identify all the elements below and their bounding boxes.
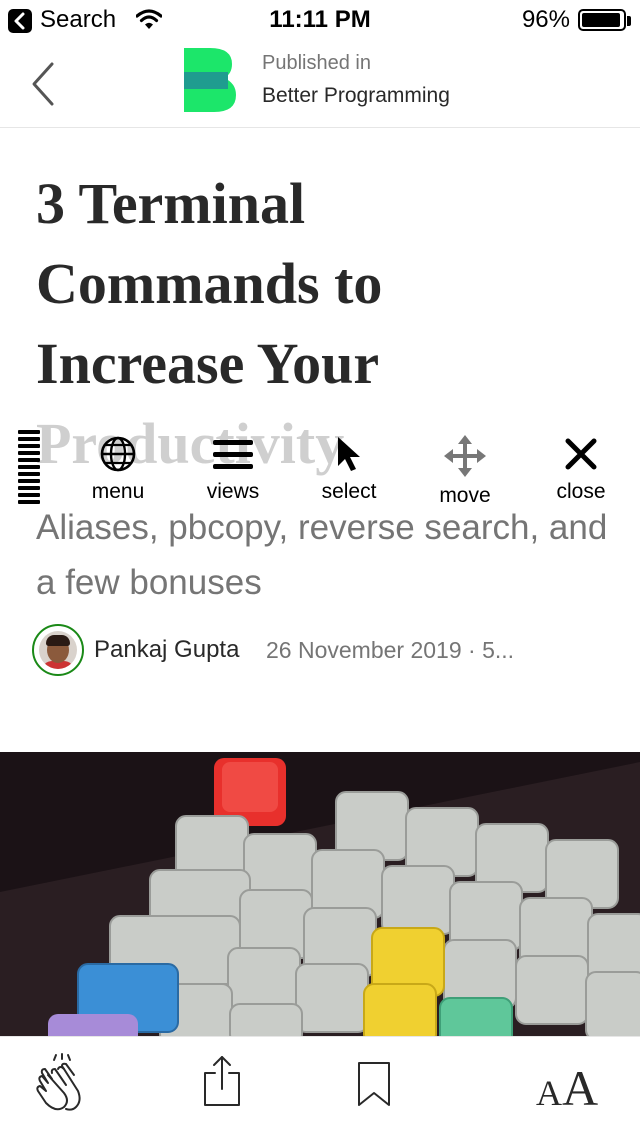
views-label: views [206, 480, 260, 503]
chevron-left-icon [32, 62, 54, 106]
battery-nub [627, 16, 631, 26]
select-button[interactable]: select [299, 430, 399, 514]
move-button[interactable]: move [415, 430, 515, 514]
bookmark-button[interactable] [356, 1053, 392, 1114]
bookmark-icon [358, 1062, 390, 1106]
overlay-toolbar: menu views select move close [0, 424, 640, 514]
nav-back-button[interactable] [24, 58, 64, 110]
title-line: Increase Your [36, 331, 380, 396]
title-line: 3 Terminal [36, 171, 306, 236]
move-label: move [439, 484, 491, 507]
nav-bar: Published in Better Programming [0, 40, 640, 128]
battery-percentage: 96% [521, 6, 570, 33]
font-size-button[interactable]: AA [536, 1059, 598, 1117]
hero-image [0, 752, 640, 1036]
hamburger-icon [213, 440, 253, 469]
font-size-large-icon: A [562, 1060, 599, 1116]
share-button[interactable] [202, 1053, 242, 1114]
close-button[interactable]: close [531, 430, 631, 514]
author-name[interactable]: Pankaj Gupta [94, 636, 239, 664]
close-label: close [556, 480, 606, 503]
globe-icon [100, 436, 136, 472]
move-arrows-icon [444, 435, 486, 477]
menu-label: menu [91, 480, 145, 503]
author-row: Pankaj Gupta 26 November 2019 · 5... [32, 622, 632, 678]
publication-logo[interactable] [184, 48, 236, 112]
menu-button[interactable]: menu [68, 430, 168, 514]
article-subtitle: Aliases, pbcopy, reverse search, and a f… [36, 508, 608, 602]
clap-button[interactable] [34, 1053, 92, 1118]
title-line: Commands to [36, 251, 383, 316]
font-size-small-icon: A [536, 1073, 562, 1113]
avatar[interactable] [32, 624, 84, 676]
drag-handle[interactable] [18, 430, 40, 506]
author-photo [39, 631, 77, 669]
clap-icon [36, 1053, 81, 1111]
cursor-arrow-icon [338, 437, 360, 471]
published-in-label: Published in [262, 52, 371, 74]
publication-name[interactable]: Better Programming [262, 84, 450, 108]
share-icon [204, 1056, 240, 1106]
article-meta: 26 November 2019 · 5... [266, 637, 515, 663]
status-bar: Search 11:11 PM 96% [0, 0, 640, 40]
bottom-toolbar: AA [0, 1036, 640, 1136]
battery-level-fill [582, 13, 620, 27]
select-label: select [321, 480, 377, 503]
close-x-icon [565, 438, 597, 470]
views-button[interactable]: views [183, 430, 283, 514]
battery-icon [578, 9, 626, 31]
